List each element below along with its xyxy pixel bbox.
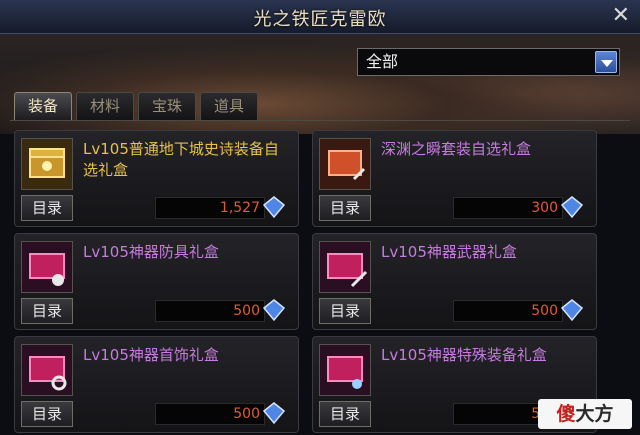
tab-orbs[interactable]: 宝珠 (138, 92, 196, 120)
item-name: 深渊之瞬套装自选礼盒 (381, 140, 532, 158)
shop-item-card[interactable]: Lv105普通地下城史诗装备自选礼盒 目录 1,527 (14, 130, 299, 227)
item-price: 500 (531, 303, 558, 319)
close-icon[interactable]: ✕ (612, 2, 630, 30)
item-name: Lv105神器武器礼盒 (381, 243, 517, 261)
shop-item-card[interactable]: 深渊之瞬套装自选礼盒 目录 300 (312, 130, 597, 227)
gem-currency-icon (560, 298, 584, 322)
watermark-char: 傻 (556, 403, 576, 425)
item-price: 500 (233, 303, 260, 319)
tab-divider (10, 120, 630, 121)
artifact-accessory-box-icon (21, 344, 73, 396)
category-filter-dropdown[interactable]: 全部 (357, 48, 620, 76)
dropdown-selected-value: 全部 (366, 52, 399, 71)
shop-item-card[interactable]: Lv105神器首饰礼盒 目录 500 (14, 336, 299, 433)
abyss-box-icon (319, 138, 371, 190)
gem-currency-icon (262, 298, 286, 322)
watermark-text: 大方 (575, 403, 614, 425)
chevron-down-icon[interactable] (595, 51, 617, 73)
epic-chest-icon (21, 138, 73, 190)
item-name: Lv105神器防具礼盒 (83, 243, 219, 261)
window-title: 光之铁匠克雷欧 (253, 9, 387, 30)
item-name: Lv105神器特殊装备礼盒 (381, 346, 547, 364)
item-name: Lv105神器首饰礼盒 (83, 346, 219, 364)
gem-currency-icon (560, 195, 584, 219)
shop-tabs: 装备 材料 宝珠 道具 (14, 92, 258, 120)
artifact-armor-box-icon (21, 241, 73, 293)
watermark-logo: 傻大方 (538, 399, 632, 429)
artifact-special-box-icon (319, 344, 371, 396)
tab-items[interactable]: 道具 (200, 92, 258, 120)
artifact-weapon-box-icon (319, 241, 371, 293)
tab-equipment[interactable]: 装备 (14, 92, 72, 120)
catalog-button[interactable]: 目录 (21, 195, 73, 221)
item-price: 1,527 (219, 200, 260, 216)
gem-currency-icon (262, 401, 286, 425)
shop-item-card[interactable]: Lv105神器防具礼盒 目录 500 (14, 233, 299, 330)
item-name: Lv105普通地下城史诗装备自选礼盒 (83, 140, 279, 179)
title-bar: 光之铁匠克雷欧 ✕ (0, 0, 640, 34)
item-price: 300 (531, 200, 558, 216)
catalog-button[interactable]: 目录 (21, 401, 73, 427)
catalog-button[interactable]: 目录 (319, 195, 371, 221)
shop-item-card[interactable]: Lv105神器武器礼盒 目录 500 (312, 233, 597, 330)
catalog-button[interactable]: 目录 (21, 298, 73, 324)
catalog-button[interactable]: 目录 (319, 298, 371, 324)
catalog-button[interactable]: 目录 (319, 401, 371, 427)
tab-materials[interactable]: 材料 (76, 92, 134, 120)
gem-currency-icon (262, 195, 286, 219)
item-price: 500 (233, 406, 260, 422)
